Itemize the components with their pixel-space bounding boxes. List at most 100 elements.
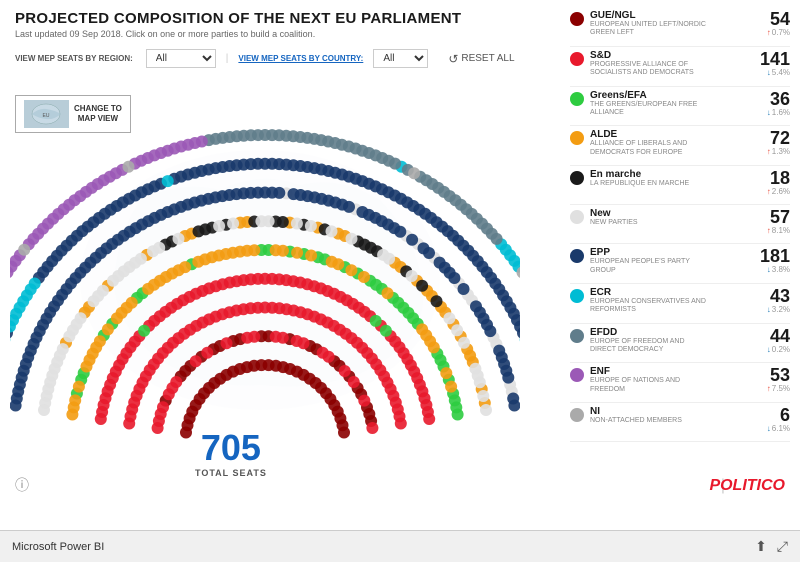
reset-icon: ↺: [448, 52, 458, 66]
arrow-up-icon: [767, 28, 771, 37]
party-change: 3.8%: [767, 265, 790, 274]
party-info: S&DPROGRESSIVE ALLIANCE OF SOCIALISTS AN…: [590, 50, 739, 78]
party-seat-count: 43: [770, 287, 790, 305]
party-seat-count: 18: [770, 169, 790, 187]
party-seat-count: 53: [770, 366, 790, 384]
country-select[interactable]: All: [373, 49, 428, 68]
total-seats-number: 705: [195, 430, 267, 466]
party-info: Greens/EFATHE GREENS/EUROPEAN FREE ALLIA…: [590, 90, 739, 118]
reset-button[interactable]: ↺ RESET ALL: [448, 52, 514, 66]
party-name: EFDD: [590, 327, 739, 338]
info-icon[interactable]: ⓘ: [15, 475, 29, 495]
party-color-dot: [570, 329, 584, 343]
party-name: EPP: [590, 247, 739, 258]
party-name: ALDE: [590, 129, 739, 140]
region-label: VIEW MEP SEATS BY REGION:: [15, 54, 133, 63]
party-row-epp[interactable]: EPPEUROPEAN PEOPLE'S PARTY GROUP1813.8%: [570, 247, 790, 275]
share-icon[interactable]: ⬆: [755, 538, 767, 555]
politico-brand: POLITICO: [709, 477, 785, 495]
parliament-chart: 705 TOTAL SEATS: [0, 75, 530, 515]
party-name: En marche: [590, 169, 739, 180]
party-legend: GUE/NGLEUROPEAN UNITED LEFT/NORDIC GREEN…: [570, 10, 790, 445]
party-change: 0.2%: [767, 345, 790, 354]
party-count-block: 433.2%: [745, 287, 790, 314]
party-count-block: 540.7%: [745, 10, 790, 37]
party-color-dot: [570, 368, 584, 382]
party-seat-count: 141: [760, 50, 790, 68]
party-color-dot: [570, 52, 584, 66]
party-color-dot: [570, 171, 584, 185]
party-description: EUROPEAN PEOPLE'S PARTY GROUP: [590, 258, 710, 275]
arrow-up-icon: [767, 384, 771, 393]
party-info: NewNEW PARTIES: [590, 208, 739, 227]
party-change: 7.5%: [767, 384, 790, 393]
party-row-gue_ngl[interactable]: GUE/NGLEUROPEAN UNITED LEFT/NORDIC GREEN…: [570, 10, 790, 38]
party-count-block: 440.2%: [745, 327, 790, 354]
party-count-block: 182.6%: [745, 169, 790, 196]
party-change: 3.2%: [767, 305, 790, 314]
party-count-block: 1813.8%: [745, 247, 790, 274]
party-row-sd[interactable]: S&DPROGRESSIVE ALLIANCE OF SOCIALISTS AN…: [570, 50, 790, 78]
party-color-dot: [570, 131, 584, 145]
party-description: NEW PARTIES: [590, 219, 710, 227]
party-seat-count: 181: [760, 247, 790, 265]
party-description: THE GREENS/EUROPEAN FREE ALLIANCE: [590, 101, 710, 118]
party-row-en_marche[interactable]: En marcheLA REPUBLIQUE EN MARCHE182.6%: [570, 169, 790, 196]
party-row-greens[interactable]: Greens/EFATHE GREENS/EUROPEAN FREE ALLIA…: [570, 90, 790, 118]
party-seat-count: 44: [770, 327, 790, 345]
party-row-new[interactable]: NewNEW PARTIES 578.1%: [570, 208, 790, 235]
party-name: GUE/NGL: [590, 10, 739, 21]
party-description: EUROPE OF NATIONS AND FREEDOM: [590, 377, 710, 394]
region-select[interactable]: All North South: [146, 49, 216, 68]
party-row-alde[interactable]: ALDEALLIANCE OF LIBERALS AND DEMOCRATS F…: [570, 129, 790, 157]
party-name: S&D: [590, 50, 739, 61]
arrow-down-icon: [767, 108, 771, 117]
arrow-down-icon: [767, 345, 771, 354]
party-row-ecr[interactable]: ECREUROPEAN CONSERVATIVES AND REFORMISTS…: [570, 287, 790, 315]
party-change: 0.7%: [767, 28, 790, 37]
party-change: 5.4%: [767, 68, 790, 77]
party-info: ALDEALLIANCE OF LIBERALS AND DEMOCRATS F…: [590, 129, 739, 157]
party-info: EPPEUROPEAN PEOPLE'S PARTY GROUP: [590, 247, 739, 275]
party-change: 2.6%: [767, 187, 790, 196]
party-seat-count: 36: [770, 90, 790, 108]
party-change: 8.1%: [767, 226, 790, 235]
party-change: 1.6%: [767, 108, 790, 117]
party-info: ENFEUROPE OF NATIONS AND FREEDOM: [590, 366, 739, 394]
party-seat-count: 57: [770, 208, 790, 226]
party-color-dot: [570, 289, 584, 303]
party-count-block: 721.3%: [745, 129, 790, 156]
arrow-up-icon: [767, 226, 771, 235]
party-name: ENF: [590, 366, 739, 377]
arrow-down-icon: [767, 424, 771, 433]
party-description: EUROPEAN UNITED LEFT/NORDIC GREEN LEFT: [590, 21, 710, 38]
party-count-block: 66.1%: [745, 406, 790, 433]
party-change: 6.1%: [767, 424, 790, 433]
party-row-ni[interactable]: NINON-ATTACHED MEMBERS66.1%: [570, 406, 790, 433]
party-seat-count: 72: [770, 129, 790, 147]
party-count-block: 1415.4%: [745, 50, 790, 77]
party-change: 1.3%: [767, 147, 790, 156]
party-name: New: [590, 208, 739, 219]
party-description: EUROPEAN CONSERVATIVES AND REFORMISTS: [590, 298, 710, 315]
view-country-link[interactable]: VIEW MEP SEATS BY COUNTRY:: [238, 54, 363, 63]
party-seat-count: 6: [780, 406, 790, 424]
party-count-block: 537.5%: [745, 366, 790, 393]
arrow-down-icon: [767, 265, 771, 274]
party-row-enf[interactable]: ENFEUROPE OF NATIONS AND FREEDOM537.5%: [570, 366, 790, 394]
total-seats-label: TOTAL SEATS: [195, 468, 267, 478]
party-description: NON-ATTACHED MEMBERS: [590, 417, 710, 425]
party-row-efdd[interactable]: EFDDEUROPE OF FREEDOM AND DIRECT DEMOCRA…: [570, 327, 790, 355]
expand-icon[interactable]: ⤢: [777, 538, 788, 555]
arrow-up-icon: [767, 147, 771, 156]
arrow-down-icon: [767, 305, 771, 314]
party-description: EUROPE OF FREEDOM AND DIRECT DEMOCRACY: [590, 338, 710, 355]
party-count-block: 361.6%: [745, 90, 790, 117]
party-color-dot: [570, 12, 584, 26]
reset-label: RESET ALL: [461, 53, 514, 64]
party-info: GUE/NGLEUROPEAN UNITED LEFT/NORDIC GREEN…: [590, 10, 739, 38]
party-seat-count: 54: [770, 10, 790, 28]
party-count-block: 578.1%: [745, 208, 790, 235]
party-name: ECR: [590, 287, 739, 298]
party-color-dot: [570, 408, 584, 422]
